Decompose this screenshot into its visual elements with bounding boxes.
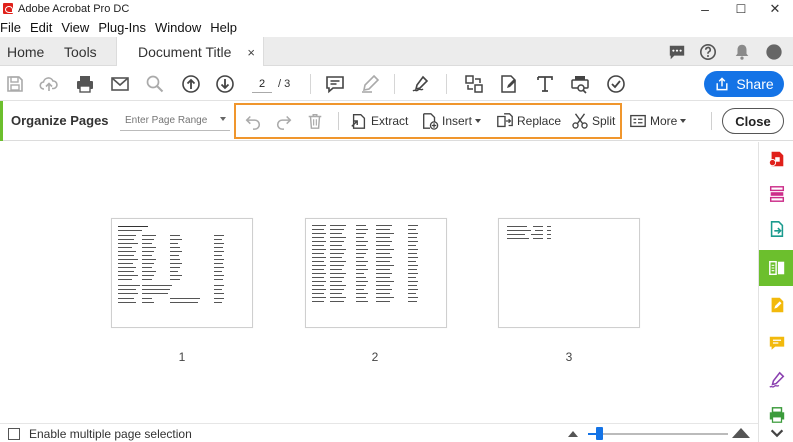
menu-plug-ins[interactable]: Plug-Ins (98, 20, 146, 35)
organize-pages-tool-icon[interactable] (759, 250, 793, 286)
share-upload-icon (716, 77, 728, 91)
tab-close-icon[interactable]: × (247, 45, 255, 60)
total-pages: / 3 (278, 78, 291, 90)
page-thumbnail-3[interactable] (498, 218, 640, 328)
zoom-slider-handle[interactable] (596, 427, 604, 440)
thumbnail-zoom-slider[interactable] (588, 433, 728, 435)
acrobat-logo-icon (3, 3, 13, 14)
organize-divider (711, 112, 712, 130)
edit-pdf-tool-icon[interactable] (759, 288, 793, 322)
status-bar: Enable multiple page selection (0, 423, 758, 442)
menu-window[interactable]: Window (155, 20, 201, 35)
page-number-3: 3 (565, 350, 573, 364)
toolbar-divider (394, 74, 395, 94)
tab-document-label: Document Title (138, 44, 232, 60)
page-thumbnails-area: 1 2 3 (0, 142, 758, 423)
tab-tools[interactable]: Tools (64, 37, 97, 66)
tab-home[interactable]: Home (7, 37, 44, 66)
user-avatar[interactable] (763, 41, 785, 63)
menu-file[interactable]: File (0, 20, 21, 35)
toolbar-divider (446, 74, 447, 94)
more-dropdown-caret-icon (680, 119, 687, 123)
add-text-icon[interactable] (534, 73, 556, 95)
email-icon[interactable] (109, 73, 131, 95)
previous-page-icon[interactable] (180, 73, 202, 95)
comment-tool-icon[interactable] (759, 326, 793, 360)
comment-bubble-icon[interactable] (666, 41, 688, 63)
title-bar: Adobe Acrobat Pro DC – ☐ ✕ (0, 0, 793, 17)
more-label: More (650, 114, 678, 128)
comment-icon[interactable] (324, 73, 346, 95)
create-pdf-icon[interactable] (759, 142, 793, 176)
share-button[interactable]: Share (704, 71, 784, 97)
page-number-1: 1 (178, 350, 186, 364)
menu-help[interactable]: Help (210, 20, 237, 35)
cloud-upload-icon[interactable] (38, 73, 60, 95)
highlighted-tools-group (234, 103, 622, 139)
more-options-icon (630, 114, 646, 128)
tab-bar: Home Tools Document Title × (0, 37, 793, 67)
organize-pages-title: Organize Pages (11, 113, 109, 128)
fill-sign-icon[interactable] (410, 73, 432, 95)
page-thumbnail-1[interactable] (111, 218, 253, 328)
tab-document[interactable]: Document Title × (116, 37, 264, 67)
expand-tools-chevron-icon[interactable] (759, 424, 793, 442)
next-page-icon[interactable] (214, 73, 236, 95)
toolbar-divider (310, 74, 311, 94)
main-toolbar: 2 / 3 Share (0, 66, 793, 101)
page-number-2: 2 (371, 350, 379, 364)
print-preview-icon[interactable] (569, 73, 591, 95)
close-window-button[interactable]: ✕ (752, 0, 793, 17)
notifications-bell-icon[interactable] (731, 41, 753, 63)
page-range-dropdown-arrow-icon[interactable] (220, 117, 226, 121)
page-range-input[interactable] (120, 111, 230, 131)
window-title: Adobe Acrobat Pro DC (18, 2, 130, 15)
checkmark-circle-icon[interactable] (605, 73, 627, 95)
highlight-pen-icon[interactable] (359, 73, 381, 95)
combine-files-icon[interactable] (759, 177, 793, 211)
print-icon[interactable] (74, 73, 96, 95)
close-organize-button[interactable]: Close (722, 108, 784, 134)
export-pdf-icon[interactable] (759, 212, 793, 246)
zoom-in-mountain-icon[interactable] (732, 428, 750, 438)
organize-accent-stripe (0, 101, 3, 141)
menu-edit[interactable]: Edit (30, 20, 52, 35)
fill-sign-tool-icon[interactable] (759, 363, 793, 397)
right-tools-pane (758, 142, 793, 442)
organize-pages-icon[interactable] (463, 73, 485, 95)
current-page-input[interactable]: 2 (252, 75, 272, 93)
more-button[interactable]: More (629, 111, 687, 131)
edit-pdf-icon[interactable] (498, 73, 520, 95)
zoom-search-icon[interactable] (144, 73, 166, 95)
share-label: Share (736, 76, 774, 92)
multi-select-checkbox[interactable] (8, 428, 20, 440)
menu-bar: File Edit View Plug-Ins Window Help (0, 18, 246, 37)
organize-pages-bar: Organize Pages Extract Insert Replace Sp… (0, 101, 793, 141)
help-icon[interactable] (697, 41, 719, 63)
save-icon[interactable] (4, 73, 26, 95)
page-thumbnail-2[interactable] (305, 218, 447, 328)
menu-view[interactable]: View (61, 20, 89, 35)
zoom-out-mountain-icon[interactable] (568, 431, 578, 437)
multi-select-label: Enable multiple page selection (29, 427, 192, 441)
